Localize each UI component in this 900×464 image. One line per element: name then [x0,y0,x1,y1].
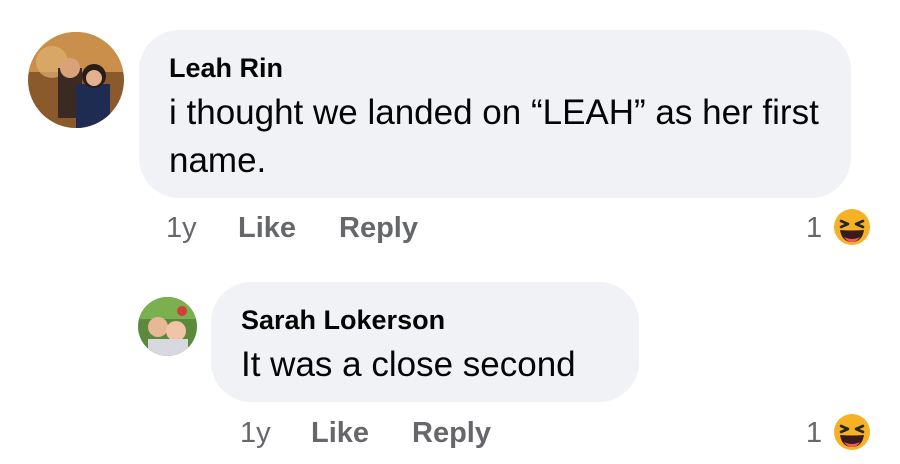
comment-text: i thought we landed on “LEAH” as her fir… [169,93,819,180]
laughing-emoji-icon[interactable] [833,208,871,246]
comment-author[interactable]: Sarah Lokerson [241,305,445,336]
laughing-emoji-icon[interactable] [833,413,871,451]
like-button[interactable]: Like [238,212,296,245]
avatar[interactable] [28,32,124,128]
reply-button[interactable]: Reply [339,212,418,245]
avatar[interactable] [138,297,197,356]
comment-text: It was a close second [241,345,576,384]
reaction-count[interactable]: 1 [806,212,822,245]
comment-timestamp[interactable]: 1y [166,212,197,245]
like-button[interactable]: Like [311,417,369,450]
reaction-count[interactable]: 1 [806,417,822,450]
comment-timestamp[interactable]: 1y [240,417,271,450]
reply-button[interactable]: Reply [412,417,491,450]
comment-author[interactable]: Leah Rin [169,53,283,84]
